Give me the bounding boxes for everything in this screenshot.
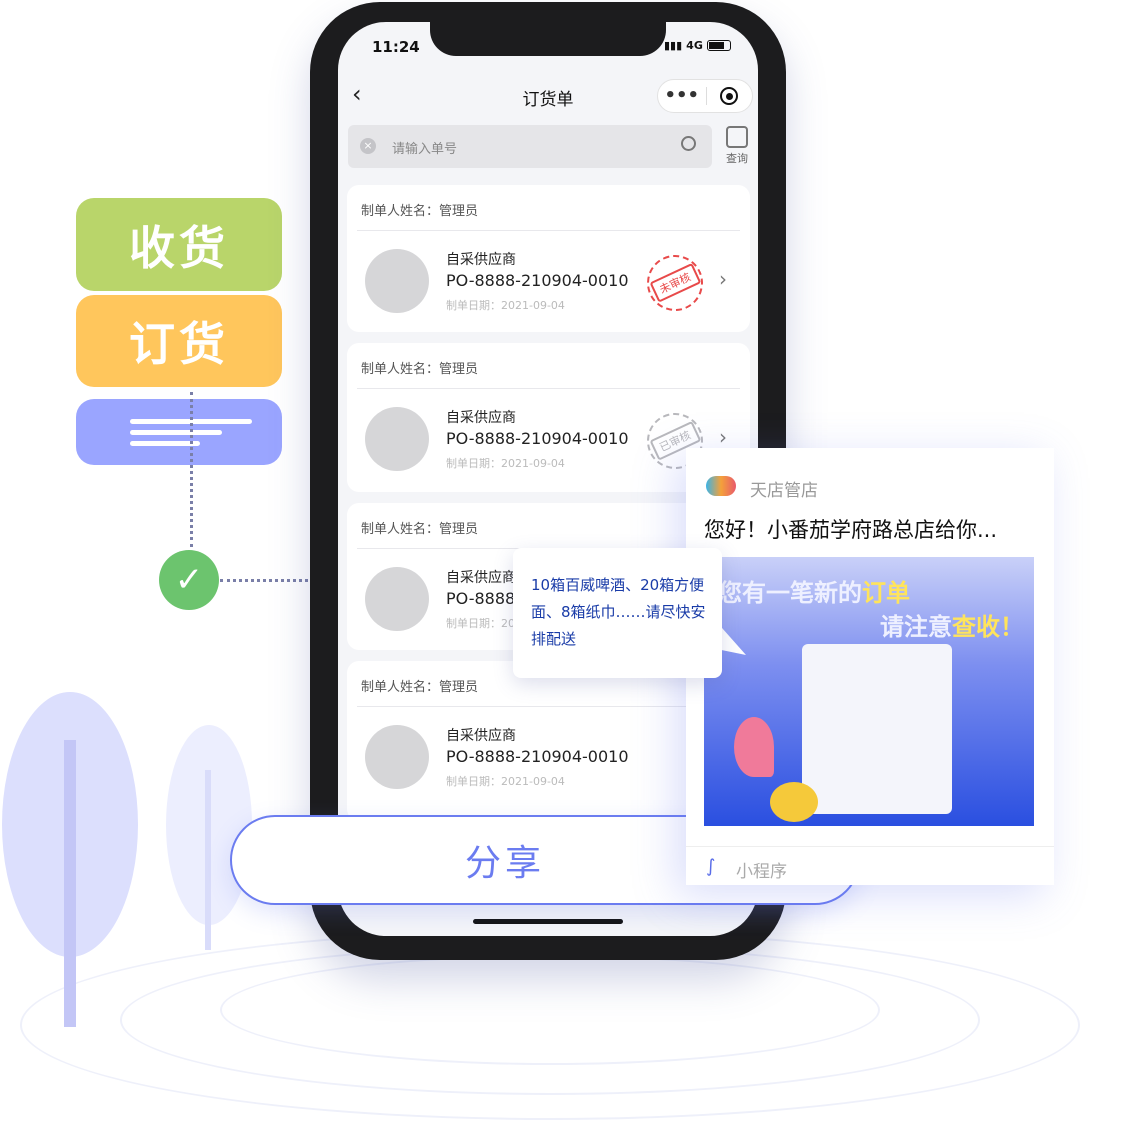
home-indicator (473, 919, 623, 924)
avatar (365, 725, 429, 789)
signal-icon: ▮▮▮ (664, 39, 683, 52)
status-time: 11:24 (372, 38, 420, 56)
divider (357, 388, 740, 389)
message-bubble: 10箱百威啤酒、20箱方便面、8箱纸巾……请尽快安排配送 (513, 548, 722, 678)
check-icon: ✓ (159, 550, 219, 610)
status-icons: ▮▮▮ 4G (664, 39, 731, 52)
connector-line (220, 579, 308, 582)
mini-capsule: ••• (657, 79, 753, 113)
search-input[interactable]: × 请输入单号 (348, 125, 712, 168)
creator-label: 制单人姓名：管理员 (361, 680, 479, 695)
bubble-text: 10箱百威啤酒、20箱方便面、8箱纸巾……请尽快安排配送 (531, 576, 706, 648)
po-number: PO-8888-210904-0010 (446, 271, 629, 290)
divider (686, 846, 1054, 847)
wave-illustration (734, 717, 774, 777)
clear-icon[interactable]: × (360, 138, 376, 154)
connector-line (190, 392, 193, 547)
supplier-name: 自采供应商 (446, 570, 516, 586)
battery-icon (706, 40, 731, 51)
banner-image: 您有一笔新的订单 请注意查收！ (704, 557, 1034, 826)
avatar (365, 567, 429, 631)
chevron-right-icon[interactable]: › (719, 267, 727, 291)
target-icon[interactable] (706, 87, 752, 105)
tree-trunk (205, 770, 211, 950)
creator-label: 制单人姓名：管理员 (361, 204, 479, 219)
divider (357, 706, 740, 707)
supplier-name: 自采供应商 (446, 252, 516, 268)
link-icon: ∫ (706, 856, 716, 877)
avatar (365, 249, 429, 313)
supplier-name: 自采供应商 (446, 410, 516, 426)
calendar-icon (726, 126, 748, 148)
stamp-unreviewed: 未审核 (637, 245, 713, 321)
network-label: 4G (686, 39, 703, 52)
po-number: PO-8888-210904-0010 (446, 747, 629, 766)
search-icon[interactable] (681, 136, 696, 151)
divider (357, 230, 740, 231)
po-number: PO-8888-210904-0010 (446, 429, 629, 448)
phone-notch (430, 20, 666, 56)
app-name: 天店管店 (750, 481, 818, 501)
tag-order: 订货 (76, 295, 282, 387)
query-button[interactable]: 查询 (722, 126, 752, 166)
order-date: 制单日期：2021-09-04 (446, 775, 565, 788)
document-illustration (802, 644, 952, 814)
avatar (365, 407, 429, 471)
ground-ring (220, 955, 880, 1065)
miniprogram-label: 小程序 (736, 862, 787, 882)
chevron-right-icon[interactable]: › (719, 425, 727, 449)
tree-trunk (64, 740, 76, 1027)
order-date: 制单日期：2021-09-04 (446, 299, 565, 312)
banner-line1: 您有一笔新的订单 (718, 579, 910, 607)
order-date: 制单日期：2021-09-04 (446, 457, 565, 470)
creator-label: 制单人姓名：管理员 (361, 362, 479, 377)
cloud-logo-icon (706, 476, 736, 496)
tag-receive: 收货 (76, 198, 282, 291)
share-title: 您好！小番茄学府路总店给你... (704, 518, 998, 542)
supplier-name: 自采供应商 (446, 728, 516, 744)
share-card[interactable]: 天店管店 您好！小番茄学府路总店给你... 您有一笔新的订单 请注意查收！ ∫ … (686, 448, 1054, 885)
order-card[interactable]: 制单人姓名：管理员 自采供应商 PO-8888-210904-0010 制单日期… (347, 185, 750, 332)
share-label: 分享 (464, 843, 545, 884)
search-placeholder: 请输入单号 (392, 142, 458, 157)
coins-illustration (770, 782, 818, 822)
text-line-icon (130, 429, 222, 435)
tag-list (76, 399, 282, 465)
creator-label: 制单人姓名：管理员 (361, 522, 479, 537)
query-label: 查询 (726, 152, 748, 165)
banner-line2: 请注意查收！ (880, 613, 1024, 641)
more-dots-icon[interactable]: ••• (658, 87, 706, 105)
